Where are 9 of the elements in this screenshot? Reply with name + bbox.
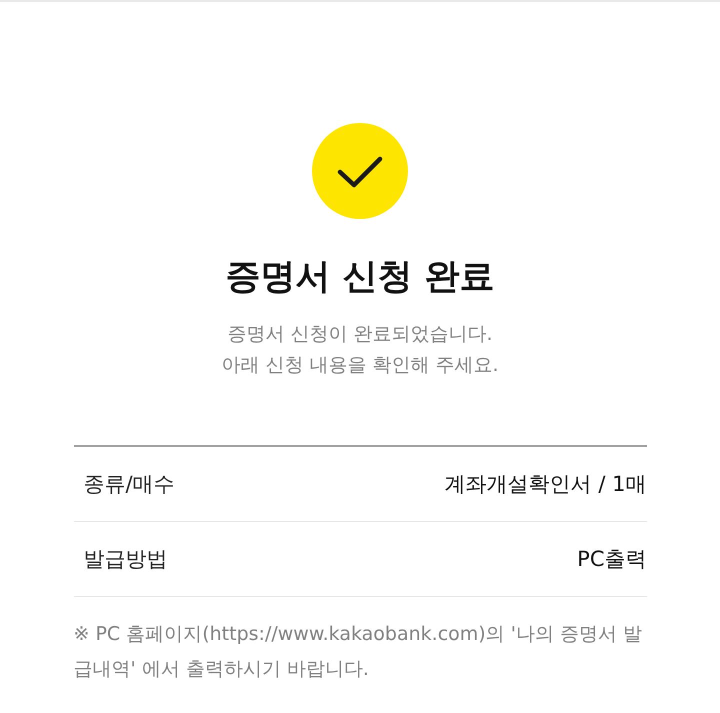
detail-value: PC출력	[577, 546, 646, 573]
notice-text: ※ PC 홈페이지(https://www.kakaobank.com)의 '나의 증명서 발급내역' 에서 출력하시기 바랍니다.	[74, 622, 644, 682]
message-text: 증명서 신청이 완료되었습니다.	[227, 322, 493, 347]
page-title: 증명서 신청 완료	[225, 256, 495, 299]
message-text: 아래 신청 내용을 확인해 주세요.	[221, 353, 499, 378]
check-icon	[312, 123, 408, 219]
detail-label: 발급방법	[84, 546, 168, 573]
detail-value: 계좌개설확인서 / 1매	[444, 471, 646, 498]
detail-label: 종류/매수	[84, 471, 175, 498]
